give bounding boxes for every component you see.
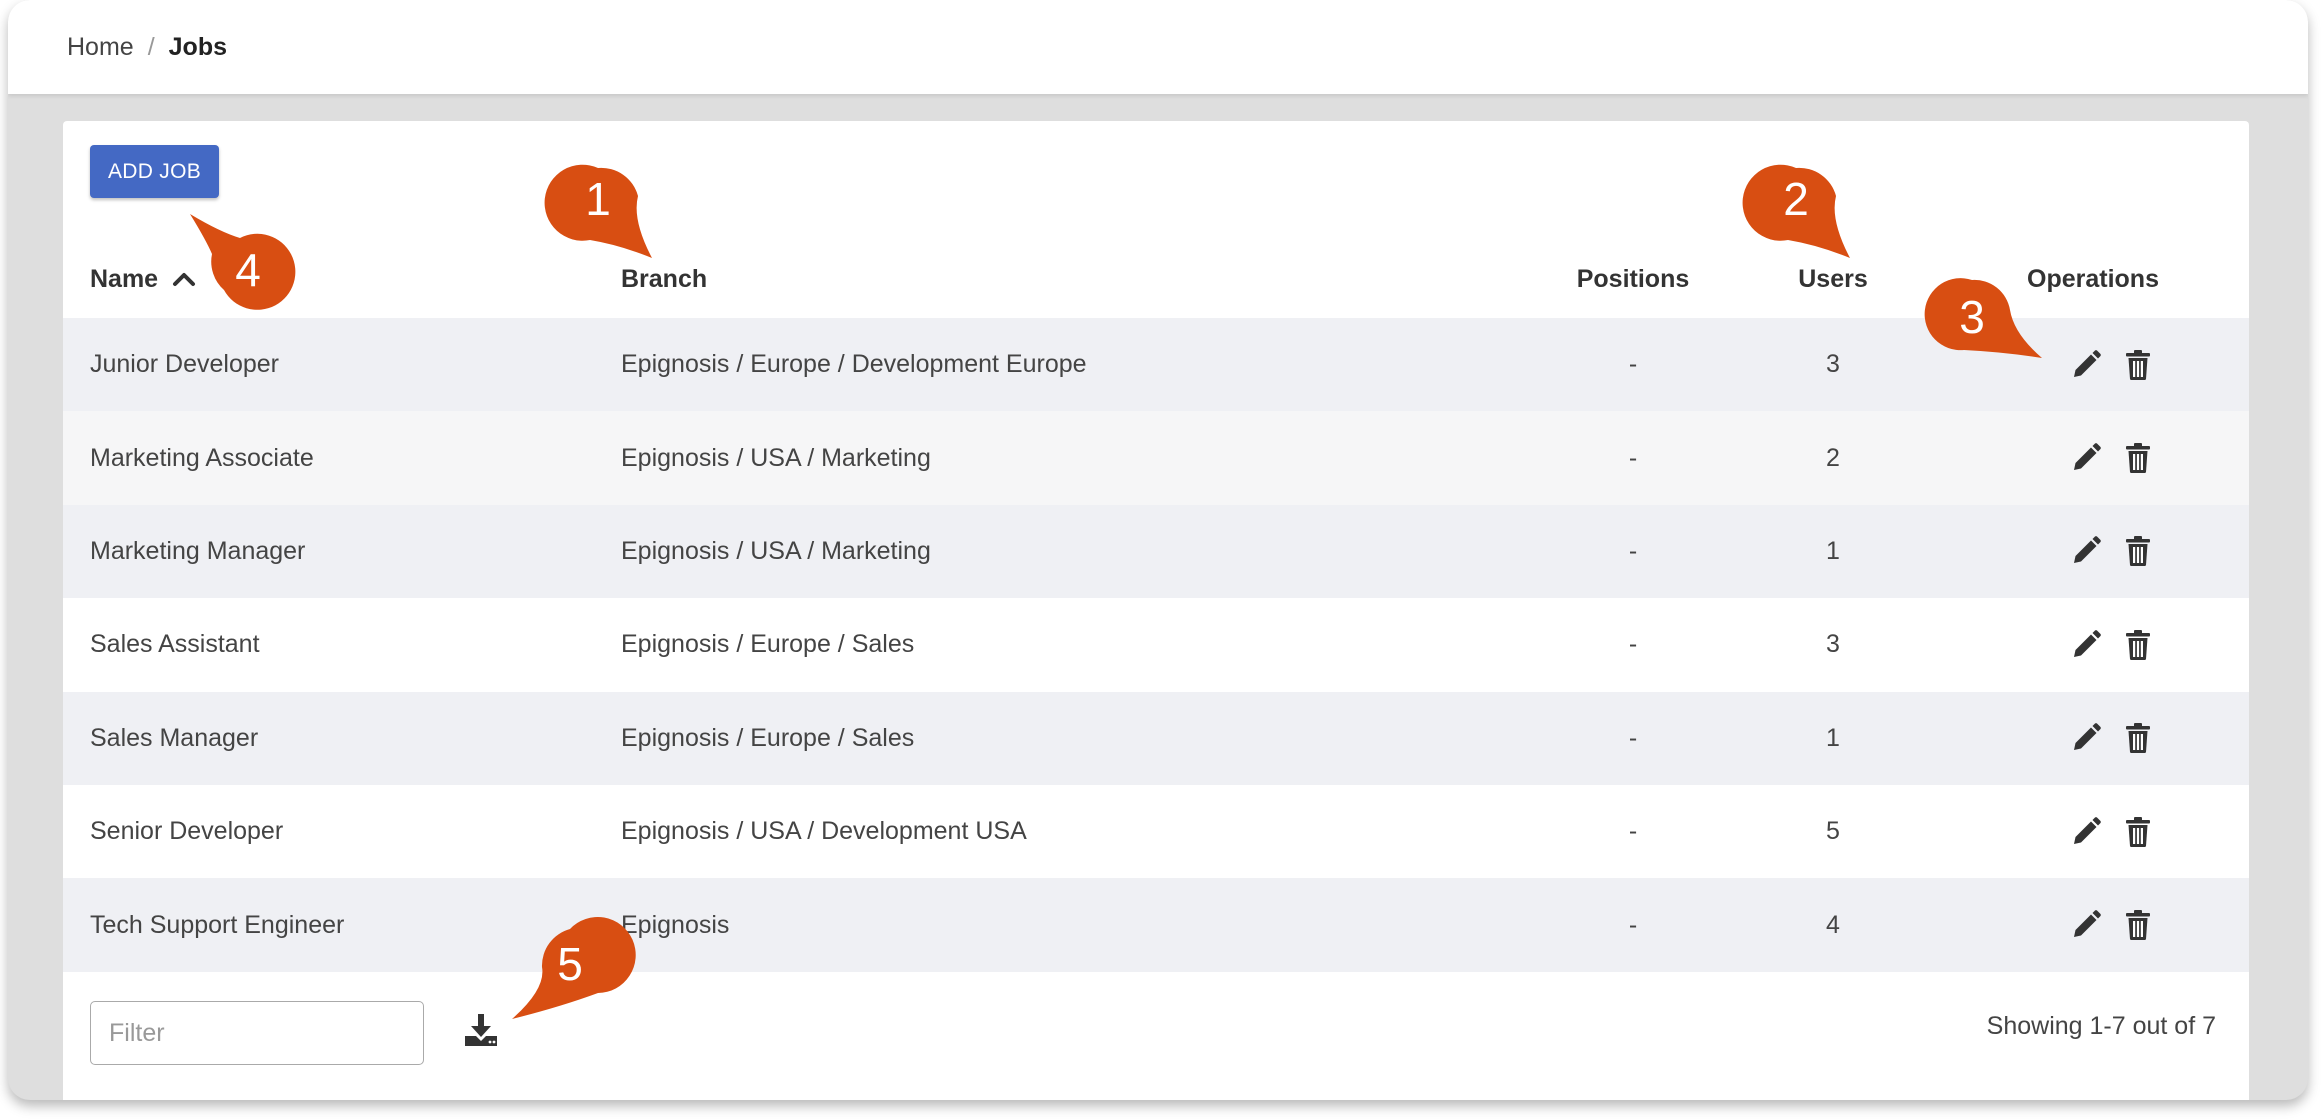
job-name: Tech Support Engineer bbox=[90, 910, 345, 939]
callout-number: 3 bbox=[1959, 291, 1985, 343]
job-positions: - bbox=[1628, 817, 1638, 846]
job-branch: Epignosis / USA / Marketing bbox=[621, 536, 931, 565]
callout-number: 1 bbox=[585, 173, 611, 225]
pencil-icon[interactable] bbox=[2070, 722, 2102, 754]
pencil-icon[interactable] bbox=[2070, 629, 2102, 661]
table-row: Junior Developer Epignosis / Europe / De… bbox=[63, 318, 2249, 412]
job-positions: - bbox=[1628, 443, 1638, 472]
breadcrumb-home-link[interactable]: Home bbox=[67, 33, 134, 62]
pencil-icon[interactable] bbox=[2070, 816, 2102, 848]
row-operations bbox=[2043, 692, 2163, 785]
job-name: Junior Developer bbox=[90, 350, 279, 379]
job-users: 3 bbox=[1826, 630, 1840, 659]
pencil-icon[interactable] bbox=[2070, 349, 2102, 381]
job-branch: Epignosis / Europe / Sales bbox=[621, 630, 915, 659]
job-users: 1 bbox=[1826, 723, 1840, 752]
breadcrumb-current: Jobs bbox=[168, 32, 227, 61]
job-name: Senior Developer bbox=[90, 817, 284, 846]
job-positions: - bbox=[1628, 723, 1638, 752]
trash-icon[interactable] bbox=[2122, 442, 2154, 474]
row-operations bbox=[2043, 505, 2163, 598]
job-branch: Epignosis / USA / Development USA bbox=[621, 817, 1027, 846]
job-positions: - bbox=[1628, 350, 1638, 379]
job-users: 1 bbox=[1826, 536, 1840, 565]
pencil-icon[interactable] bbox=[2070, 535, 2102, 567]
download-icon[interactable] bbox=[463, 1012, 499, 1048]
job-users: 3 bbox=[1826, 350, 1840, 379]
table-row: Sales Assistant Epignosis / Europe / Sal… bbox=[63, 598, 2249, 692]
job-users: 2 bbox=[1826, 443, 1840, 472]
job-branch: Epignosis bbox=[621, 910, 730, 939]
table-row: Marketing Associate Epignosis / USA / Ma… bbox=[63, 411, 2249, 505]
trash-icon[interactable] bbox=[2122, 816, 2154, 848]
table-row: Marketing Manager Epignosis / USA / Mark… bbox=[63, 504, 2249, 599]
callout-number: 4 bbox=[235, 244, 261, 296]
breadcrumb-separator: / bbox=[147, 32, 155, 61]
filter-input[interactable] bbox=[90, 1001, 424, 1065]
job-positions: - bbox=[1628, 630, 1638, 659]
row-operations bbox=[2043, 598, 2163, 691]
column-header-positions[interactable]: Positions bbox=[1523, 259, 1743, 299]
column-header-name[interactable]: Name bbox=[90, 259, 196, 299]
column-header-users[interactable]: Users bbox=[1743, 259, 1923, 299]
add-job-button[interactable]: ADD JOB bbox=[90, 145, 219, 198]
table-row: Senior Developer Epignosis / USA / Devel… bbox=[63, 784, 2249, 879]
row-operations bbox=[2043, 411, 2163, 504]
job-users: 5 bbox=[1826, 817, 1840, 846]
trash-icon[interactable] bbox=[2122, 535, 2154, 567]
trash-icon[interactable] bbox=[2122, 349, 2154, 381]
row-operations bbox=[2043, 785, 2163, 878]
pencil-icon[interactable] bbox=[2070, 909, 2102, 941]
pagination-info: Showing 1-7 out of 7 bbox=[1986, 1012, 2216, 1040]
job-branch: Epignosis / Europe / Development Europe bbox=[621, 350, 1087, 379]
job-name: Marketing Manager bbox=[90, 536, 306, 565]
job-positions: - bbox=[1628, 910, 1638, 939]
breadcrumb: Home / Jobs bbox=[8, 0, 2308, 94]
column-header-branch[interactable]: Branch bbox=[621, 259, 707, 299]
row-operations bbox=[2043, 318, 2163, 411]
job-name: Marketing Associate bbox=[90, 443, 314, 472]
job-branch: Epignosis / USA / Marketing bbox=[621, 443, 931, 472]
job-users: 4 bbox=[1826, 910, 1840, 939]
pencil-icon[interactable] bbox=[2070, 442, 2102, 474]
jobs-card: ADD JOB Name Branch Positions Users Oper… bbox=[63, 121, 2249, 1100]
column-header-name-label: Name bbox=[90, 264, 159, 293]
job-name: Sales Manager bbox=[90, 723, 259, 752]
trash-icon[interactable] bbox=[2122, 722, 2154, 754]
callout-number: 2 bbox=[1783, 173, 1809, 225]
job-name: Sales Assistant bbox=[90, 630, 260, 659]
jobs-table-body: Junior Developer Epignosis / Europe / De… bbox=[63, 318, 2249, 972]
trash-icon[interactable] bbox=[2122, 909, 2154, 941]
trash-icon[interactable] bbox=[2122, 629, 2154, 661]
job-positions: - bbox=[1628, 536, 1638, 565]
job-branch: Epignosis / Europe / Sales bbox=[621, 723, 915, 752]
callout-number: 5 bbox=[557, 938, 583, 990]
row-operations bbox=[2043, 878, 2163, 971]
table-row: Sales Manager Epignosis / Europe / Sales… bbox=[63, 691, 2249, 785]
app-window: Home / Jobs ADD JOB Name Branch Position… bbox=[8, 0, 2308, 1100]
table-row: Tech Support Engineer Epignosis - 4 bbox=[63, 878, 2249, 972]
